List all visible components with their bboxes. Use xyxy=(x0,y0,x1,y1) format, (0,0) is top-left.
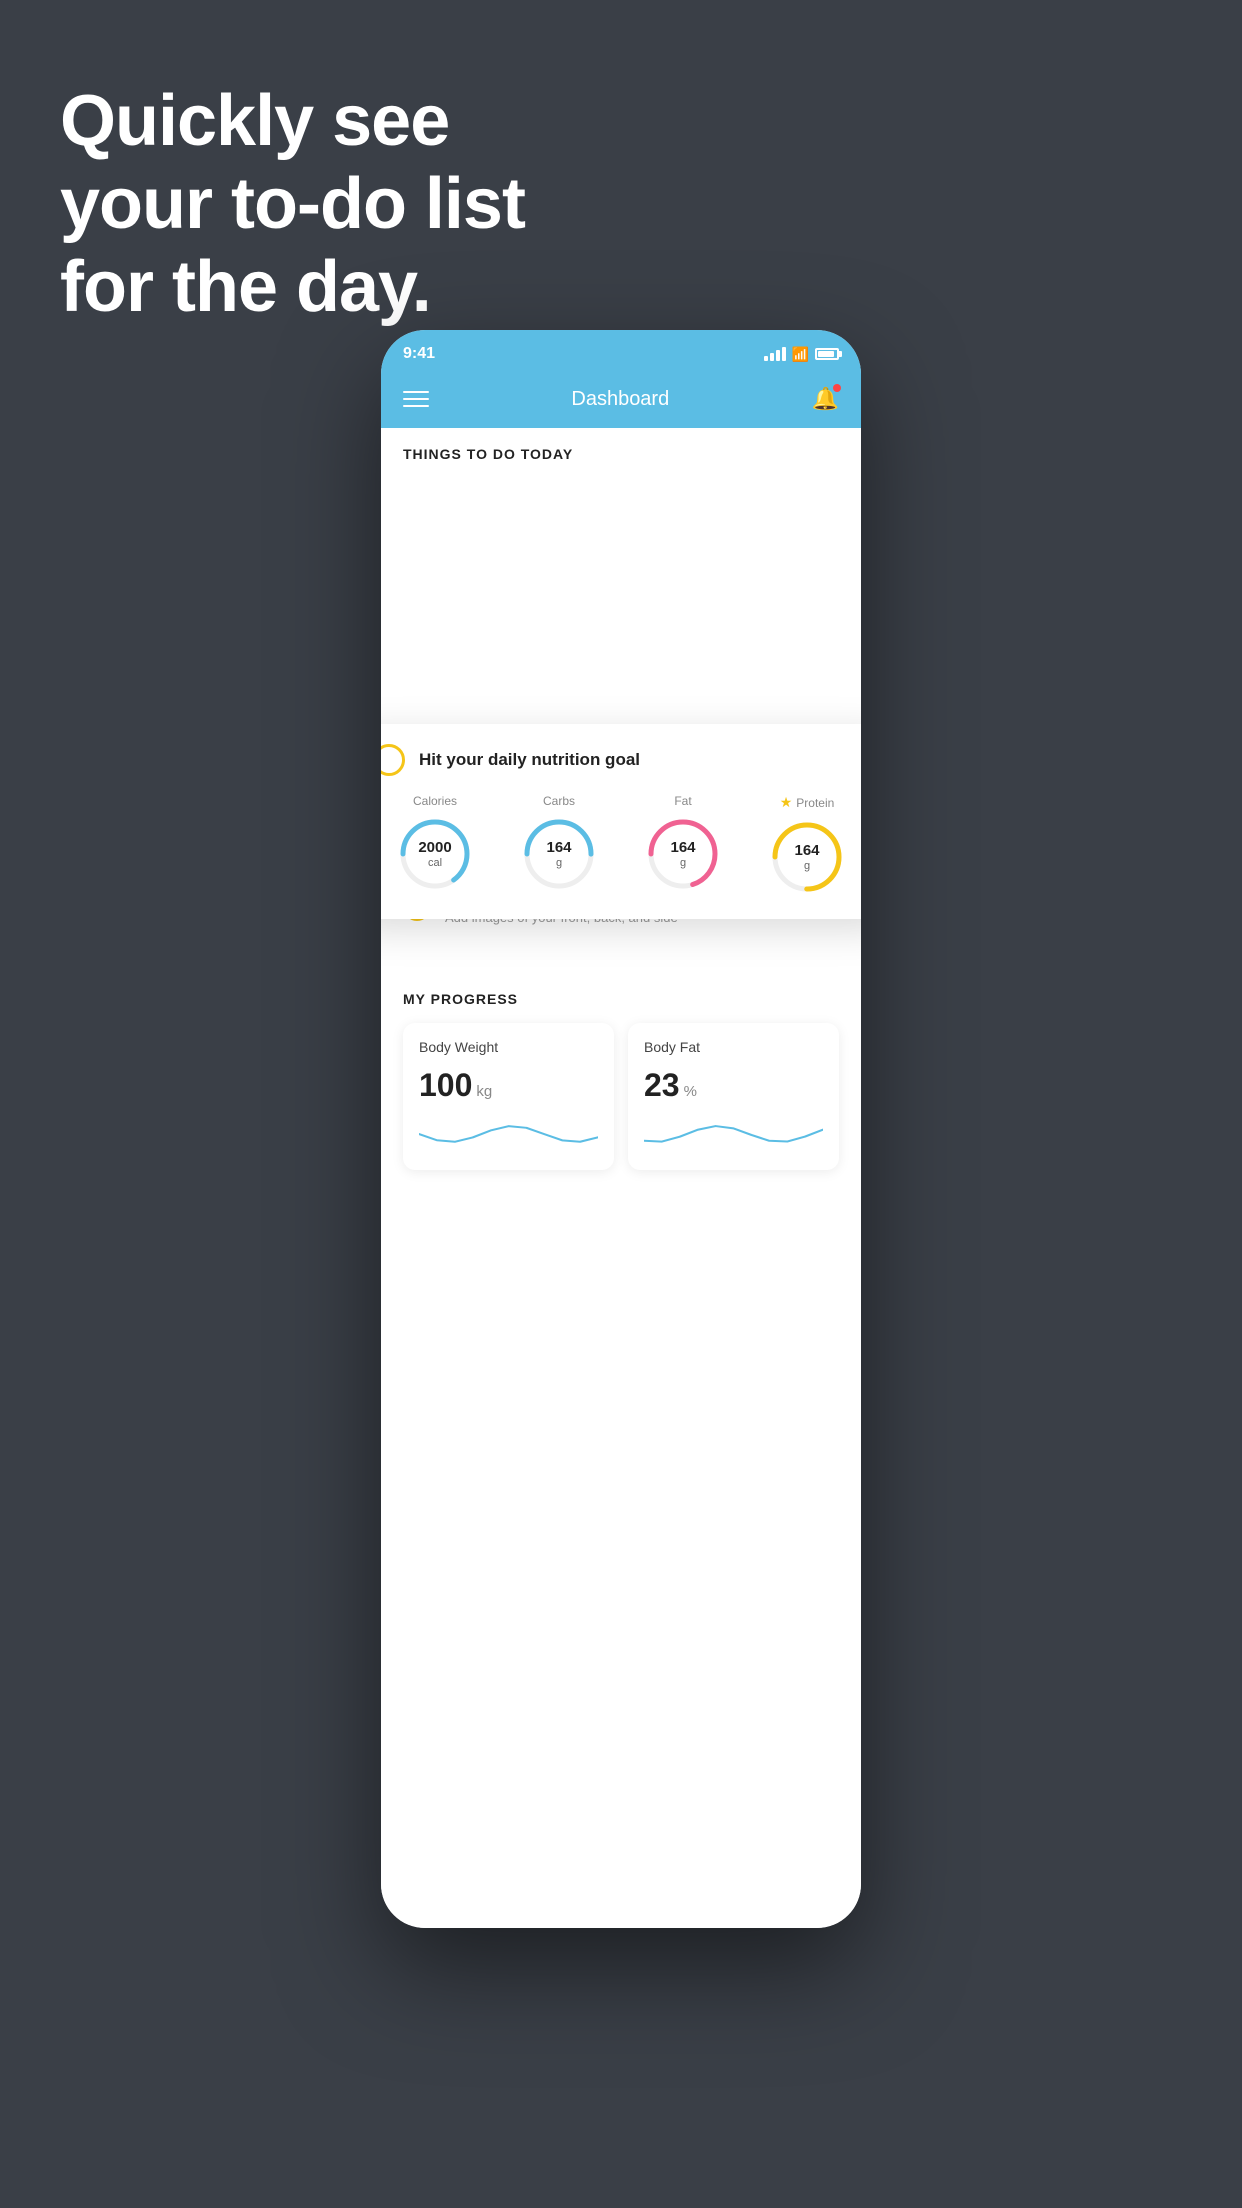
progress-heading: MY PROGRESS xyxy=(403,991,839,1007)
progress-value-1: 23 xyxy=(644,1067,680,1104)
progress-chart-1 xyxy=(644,1114,823,1154)
progress-card-title-0: Body Weight xyxy=(419,1039,598,1055)
progress-cards: Body Weight 100 kg Body Fat 23 % xyxy=(403,1023,839,1170)
nutrition-check-circle[interactable] xyxy=(381,744,405,776)
status-time: 9:41 xyxy=(403,345,435,363)
hero-line3: for the day. xyxy=(60,246,525,329)
nutrition-title-row: Hit your daily nutrition goal xyxy=(381,744,861,776)
macro-label-fat: Fat xyxy=(674,794,691,808)
macro-unit-calories: cal xyxy=(418,856,451,868)
header-title: Dashboard xyxy=(571,388,669,411)
progress-value-row-1: 23 % xyxy=(644,1067,823,1104)
macro-fat: Fat 164 g xyxy=(645,794,721,892)
macro-value-fat: 164 xyxy=(670,840,695,857)
macros-row: Calories 2000 cal Carbs 164 g Fat xyxy=(381,794,861,895)
signal-icon xyxy=(764,347,786,361)
macro-unit-carbs: g xyxy=(546,856,571,868)
wifi-icon: 📶 xyxy=(792,346,809,363)
status-bar: 9:41 📶 xyxy=(381,330,861,374)
hero-text: Quickly see your to-do list for the day. xyxy=(60,80,525,328)
app-header: Dashboard 🔔 xyxy=(381,374,861,428)
progress-section: MY PROGRESS Body Weight 100 kg Body Fat … xyxy=(381,961,861,1190)
notification-button[interactable]: 🔔 xyxy=(812,386,839,412)
battery-icon xyxy=(815,348,839,360)
progress-unit-1: % xyxy=(684,1083,697,1100)
macro-value-carbs: 164 xyxy=(546,840,571,857)
macro-label-calories: Calories xyxy=(413,794,457,808)
macro-ring-calories: 2000 cal xyxy=(397,816,473,892)
progress-value-row-0: 100 kg xyxy=(419,1067,598,1104)
phone-content: THINGS TO DO TODAY Hit your daily nutrit… xyxy=(381,428,861,1928)
menu-button[interactable] xyxy=(403,391,429,407)
macro-unit-fat: g xyxy=(670,856,695,868)
notification-badge xyxy=(833,384,841,392)
macro-value-calories: 2000 xyxy=(418,840,451,857)
progress-card-0[interactable]: Body Weight 100 kg xyxy=(403,1023,614,1170)
star-icon: ★ xyxy=(780,794,793,811)
nutrition-card: Hit your daily nutrition goal Calories 2… xyxy=(381,724,861,919)
macro-ring-protein: 164 g xyxy=(769,819,845,895)
macro-label-protein: ★ Protein xyxy=(780,794,835,811)
progress-card-1[interactable]: Body Fat 23 % xyxy=(628,1023,839,1170)
hero-line1: Quickly see xyxy=(60,80,525,163)
progress-card-title-1: Body Fat xyxy=(644,1039,823,1055)
progress-unit-0: kg xyxy=(476,1083,492,1100)
macro-value-protein: 164 xyxy=(794,843,819,860)
status-icons: 📶 xyxy=(764,346,839,363)
todo-items-wrapper: Hit your daily nutrition goal Calories 2… xyxy=(381,734,861,941)
macro-label-carbs: Carbs xyxy=(543,794,575,808)
macro-carbs: Carbs 164 g xyxy=(521,794,597,892)
hero-line2: your to-do list xyxy=(60,163,525,246)
macro-unit-protein: g xyxy=(794,859,819,871)
macro-calories: Calories 2000 cal xyxy=(397,794,473,892)
progress-value-0: 100 xyxy=(419,1067,472,1104)
phone-frame: 9:41 📶 Dashboard 🔔 THINGS TO DO TODA xyxy=(381,330,861,1928)
macro-protein: ★ Protein 164 g xyxy=(769,794,845,895)
macro-ring-fat: 164 g xyxy=(645,816,721,892)
nutrition-title: Hit your daily nutrition goal xyxy=(419,750,640,770)
progress-chart-0 xyxy=(419,1114,598,1154)
things-today-heading: THINGS TO DO TODAY xyxy=(381,428,861,474)
macro-ring-carbs: 164 g xyxy=(521,816,597,892)
